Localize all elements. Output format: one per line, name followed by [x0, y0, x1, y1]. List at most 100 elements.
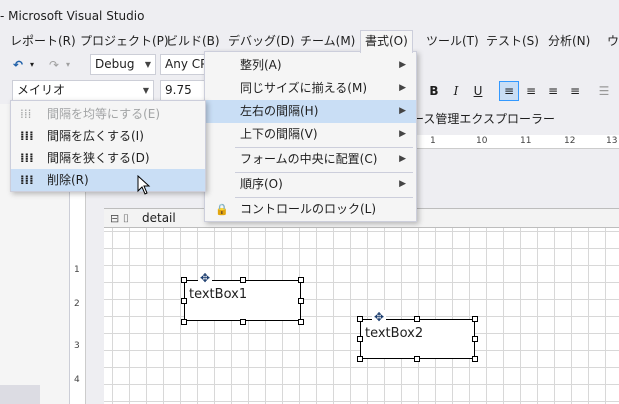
- align-left-icon[interactable]: ≡: [499, 81, 519, 101]
- italic-button[interactable]: I: [446, 81, 466, 101]
- section-label: detail: [142, 211, 176, 225]
- ruler-tick: 13: [606, 136, 618, 146]
- font-size-value: 9.75: [165, 83, 192, 97]
- spacing-equal-icon: ⁞⁞⁞: [20, 107, 32, 121]
- menu-item-increase[interactable]: ⁞⁞⁞ 間隔を広くする(I): [11, 125, 205, 147]
- chevron-right-icon: ▶: [399, 60, 406, 70]
- menu-item-label: フォームの中央に配置(C): [240, 152, 378, 166]
- chevron-right-icon: ▶: [399, 83, 406, 93]
- font-size-select[interactable]: 9.75: [160, 80, 210, 101]
- resize-handle[interactable]: [357, 336, 363, 342]
- ruler-tick: 1: [74, 265, 80, 275]
- menu-item-label: 間隔を狭くする(D): [47, 151, 150, 165]
- menu-report[interactable]: レポート(R): [6, 30, 80, 52]
- spacing-increase-icon: ⁞⁞⁞: [20, 129, 34, 143]
- ruler-tick: 12: [564, 136, 576, 146]
- font-name-value: メイリオ: [17, 83, 66, 97]
- undo-dropdown-icon[interactable]: ▾: [26, 55, 38, 75]
- resize-handle[interactable]: [298, 298, 304, 304]
- menu-window[interactable]: ウ: [603, 30, 619, 52]
- resize-handle[interactable]: [357, 356, 363, 362]
- menu-project[interactable]: プロジェクト(P): [76, 30, 173, 52]
- mouse-cursor-icon: [137, 175, 151, 195]
- report-design-surface[interactable]: [104, 208, 619, 404]
- menu-item-label: 上下の間隔(V): [240, 127, 318, 141]
- ruler-tick: 10: [476, 136, 488, 146]
- menu-item-make-same-size[interactable]: 同じサイズに揃える(M) ▶: [205, 77, 416, 100]
- redo-icon[interactable]: ↷: [44, 55, 64, 75]
- format-menu: 整列(A) ▶ 同じサイズに揃える(M) ▶ 左右の間隔(H) ▶ 上下の間隔(…: [204, 51, 417, 222]
- horizontal-spacing-submenu: ⁞⁞⁞ 間隔を均等にする(E) ⁞⁞⁞ 間隔を広くする(I) ⁞⁞⁞ 間隔を狭く…: [10, 100, 206, 192]
- chevron-down-icon: ▼: [144, 60, 151, 69]
- configuration-select[interactable]: Debug ▼: [90, 54, 156, 75]
- spacing-decrease-icon: ⁞⁞⁞: [20, 151, 34, 165]
- ruler-tick: 2: [74, 299, 80, 309]
- resize-handle[interactable]: [181, 319, 187, 325]
- underline-button[interactable]: U: [468, 81, 488, 101]
- resize-handle[interactable]: [298, 277, 304, 283]
- bold-button[interactable]: B: [424, 81, 444, 101]
- menu-build[interactable]: ビルド(B): [162, 30, 224, 52]
- menu-item-remove[interactable]: ⁞⁞⁞ 削除(R): [11, 169, 205, 191]
- chevron-right-icon: ▶: [399, 154, 406, 164]
- menu-bar: レポート(R) プロジェクト(P) ビルド(B) デバッグ(D) チーム(M) …: [0, 30, 619, 53]
- menu-item-center-in-form[interactable]: フォームの中央に配置(C) ▶: [205, 148, 416, 171]
- align-justify-icon[interactable]: ≡: [565, 81, 585, 101]
- menu-debug[interactable]: デバッグ(D): [224, 30, 299, 52]
- menu-item-label: コントロールのロック(L): [240, 202, 377, 216]
- menu-item-label: 同じサイズに揃える(M): [240, 81, 367, 95]
- menu-tools[interactable]: ツール(T): [422, 30, 483, 52]
- chevron-right-icon: ▶: [399, 106, 406, 116]
- resize-handle[interactable]: [181, 298, 187, 304]
- menu-item-label: 整列(A): [240, 58, 282, 72]
- redo-dropdown-icon[interactable]: ▾: [62, 55, 74, 75]
- menu-item-vertical-spacing[interactable]: 上下の間隔(V) ▶: [205, 123, 416, 146]
- textbox-1[interactable]: textBox1: [184, 280, 301, 321]
- menu-test[interactable]: テスト(S): [482, 30, 543, 52]
- ruler-tick: 4: [74, 375, 80, 385]
- resize-handle[interactable]: [240, 277, 246, 283]
- move-handle-icon[interactable]: ✥: [198, 271, 212, 285]
- align-right-icon[interactable]: ≡: [543, 81, 563, 101]
- collapse-icon[interactable]: ⊟ ⌷: [110, 212, 129, 226]
- undo-icon[interactable]: ↶: [8, 55, 28, 75]
- menu-item-lock-controls[interactable]: 🔒 コントロールのロック(L): [205, 198, 416, 221]
- font-name-select[interactable]: メイリオ ▼: [12, 80, 154, 101]
- menu-item-label: 左右の間隔(H): [240, 104, 319, 118]
- menu-item-order[interactable]: 順序(O) ▶: [205, 173, 416, 196]
- resize-handle[interactable]: [240, 319, 246, 325]
- title-bar: - Microsoft Visual Studio: [0, 0, 619, 30]
- align-center-icon[interactable]: ≡: [521, 81, 541, 101]
- lock-icon: 🔒: [215, 203, 229, 216]
- resize-handle[interactable]: [472, 316, 478, 322]
- textbox-2[interactable]: textBox2: [360, 319, 475, 359]
- platform-value: Any CP: [165, 57, 208, 71]
- menu-item-horizontal-spacing[interactable]: 左右の間隔(H) ▶: [205, 100, 416, 123]
- menu-item-label: 順序(O): [240, 177, 283, 191]
- configuration-value: Debug: [95, 57, 135, 71]
- menu-format[interactable]: 書式(O): [360, 30, 413, 53]
- resize-handle[interactable]: [181, 277, 187, 283]
- platform-select[interactable]: Any CP: [160, 54, 210, 75]
- resize-handle[interactable]: [472, 356, 478, 362]
- resize-handle[interactable]: [414, 316, 420, 322]
- resize-handle[interactable]: [298, 319, 304, 325]
- menu-item-make-equal[interactable]: ⁞⁞⁞ 間隔を均等にする(E): [11, 103, 205, 125]
- menu-item-align[interactable]: 整列(A) ▶: [205, 54, 416, 77]
- resize-handle[interactable]: [414, 356, 420, 362]
- resize-handle[interactable]: [472, 336, 478, 342]
- menu-item-label: 削除(R): [47, 173, 89, 187]
- horizontal-scrollbar[interactable]: [0, 385, 40, 404]
- spacing-remove-icon: ⁞⁞⁞: [20, 173, 34, 187]
- menu-team[interactable]: チーム(M): [296, 30, 359, 52]
- chevron-down-icon: ▼: [142, 86, 149, 95]
- list-icon[interactable]: ☰: [594, 81, 614, 101]
- ruler-tick: 11: [520, 136, 532, 146]
- menu-item-decrease[interactable]: ⁞⁞⁞ 間隔を狭くする(D): [11, 147, 205, 169]
- resize-handle[interactable]: [357, 316, 363, 322]
- tab-source-control-explorer[interactable]: ース管理エクスプローラー: [412, 110, 555, 127]
- move-handle-icon[interactable]: ✥: [372, 310, 386, 324]
- menu-analyze[interactable]: 分析(N): [544, 30, 594, 52]
- window-title: - Microsoft Visual Studio: [0, 9, 145, 23]
- menu-item-label: 間隔を均等にする(E): [47, 107, 161, 121]
